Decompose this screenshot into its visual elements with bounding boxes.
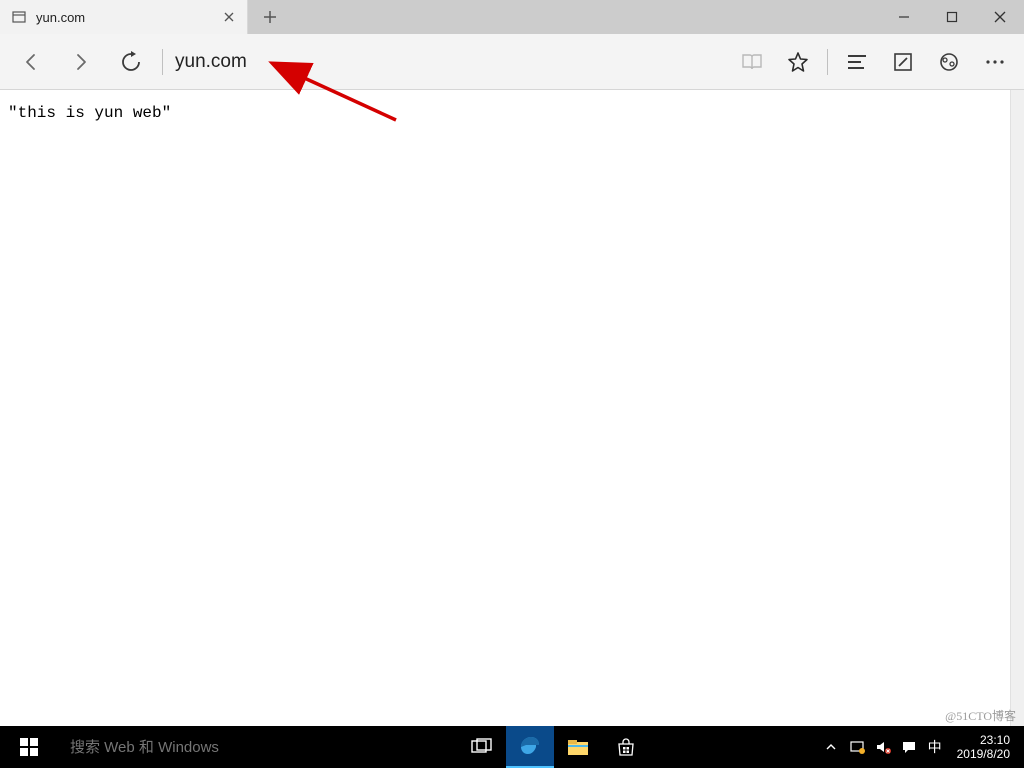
vertical-scrollbar[interactable] xyxy=(1010,90,1024,726)
minimize-button[interactable] xyxy=(880,0,928,34)
task-view-button[interactable] xyxy=(458,726,506,768)
ime-indicator[interactable]: 中 xyxy=(925,737,945,757)
page-icon xyxy=(12,10,26,24)
separator xyxy=(827,49,828,75)
system-tray: 中 23:10 2019/8/20 xyxy=(813,726,1024,768)
hub-button[interactable] xyxy=(834,42,880,82)
close-tab-button[interactable] xyxy=(221,9,237,25)
url-input[interactable] xyxy=(169,47,489,77)
watermark: @51CTO博客 xyxy=(945,707,1016,724)
taskbar-app-edge[interactable] xyxy=(506,726,554,768)
taskbar-app-explorer[interactable] xyxy=(554,726,602,768)
favorites-button[interactable] xyxy=(775,42,821,82)
clock-time: 23:10 xyxy=(980,733,1010,747)
browser-tab[interactable]: yun.com xyxy=(0,0,248,34)
taskbar-app-store[interactable] xyxy=(602,726,650,768)
more-button[interactable] xyxy=(972,42,1018,82)
web-note-button[interactable] xyxy=(880,42,926,82)
tab-title: yun.com xyxy=(36,10,211,25)
share-button[interactable] xyxy=(926,42,972,82)
maximize-button[interactable] xyxy=(928,0,976,34)
browser-window: yun.com xyxy=(0,0,1024,768)
address-bar xyxy=(169,47,729,77)
browser-toolbar xyxy=(0,34,1024,90)
clock-date: 2019/8/20 xyxy=(957,747,1010,761)
forward-button[interactable] xyxy=(56,42,106,82)
windows-taskbar: 中 23:10 2019/8/20 xyxy=(0,726,1024,768)
window-controls xyxy=(880,0,1024,34)
taskbar-search-input[interactable] xyxy=(70,739,446,756)
tray-action-center-icon[interactable] xyxy=(899,737,919,757)
page-body-text: "this is yun web" xyxy=(8,104,171,122)
back-button[interactable] xyxy=(6,42,56,82)
close-window-button[interactable] xyxy=(976,0,1024,34)
new-tab-button[interactable] xyxy=(248,0,292,34)
page-content: "this is yun web" xyxy=(0,90,1024,726)
taskbar-search[interactable] xyxy=(58,726,458,768)
tray-volume-icon[interactable] xyxy=(873,737,893,757)
reading-view-button[interactable] xyxy=(729,42,775,82)
start-button[interactable] xyxy=(0,726,58,768)
taskbar-apps xyxy=(458,726,650,768)
tray-chevron-icon[interactable] xyxy=(821,737,841,757)
tray-clock[interactable]: 23:10 2019/8/20 xyxy=(951,733,1016,761)
refresh-button[interactable] xyxy=(106,42,156,82)
separator xyxy=(162,49,163,75)
toolbar-right xyxy=(729,42,1018,82)
tray-network-icon[interactable] xyxy=(847,737,867,757)
tab-bar: yun.com xyxy=(0,0,1024,34)
